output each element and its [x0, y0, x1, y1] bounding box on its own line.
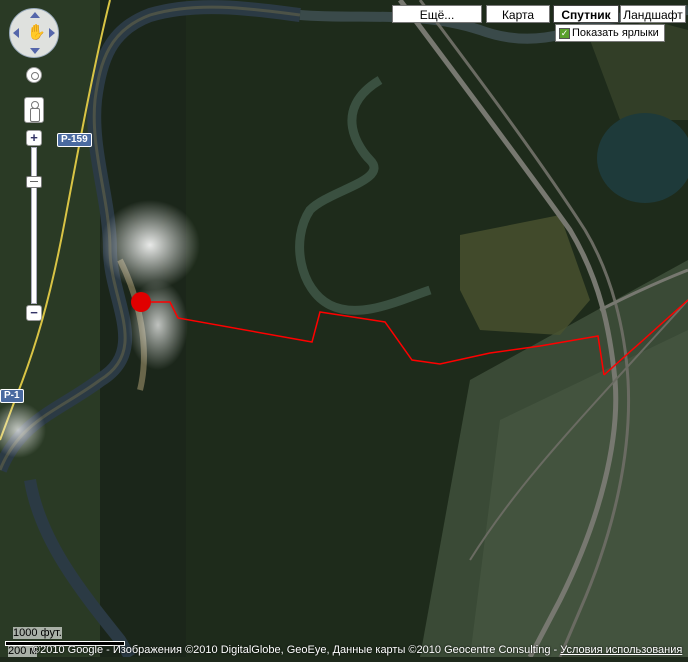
copyright-text: ©2010 Google - Изображения ©2010 Digital…	[32, 644, 561, 656]
zoom-slider-handle[interactable]	[26, 176, 42, 188]
map-type-satellite-button[interactable]: Спутник	[553, 5, 619, 23]
street-view-pegman-icon[interactable]	[24, 97, 44, 123]
zoom-out-button[interactable]: −	[26, 305, 42, 321]
terms-link[interactable]: Условия использования	[560, 644, 682, 656]
road-shield-p1: Р-1	[0, 389, 24, 403]
map-type-map-button[interactable]: Карта	[486, 5, 550, 23]
road-shield-p159: Р-159	[57, 133, 92, 147]
pegman-body	[30, 108, 40, 122]
show-labels-toggle[interactable]: ✓ Показать ярлыки	[555, 24, 665, 42]
checkbox-icon[interactable]: ✓	[559, 27, 570, 39]
pan-control[interactable]: ✋	[9, 8, 59, 58]
reset-view-button[interactable]	[26, 67, 42, 83]
pan-left-icon[interactable]	[13, 28, 19, 38]
copyright-bar: ©2010 Google - Изображения ©2010 Digital…	[0, 644, 688, 657]
satellite-imagery	[0, 0, 688, 661]
more-button[interactable]: Ещё...	[392, 5, 482, 23]
scale-bar: 1000 фут.	[5, 627, 125, 646]
hand-icon: ✋	[27, 24, 46, 41]
show-labels-label: Показать ярлыки	[572, 27, 659, 39]
pan-down-icon[interactable]	[30, 48, 40, 54]
satellite-map[interactable]	[0, 0, 688, 661]
location-marker[interactable]	[131, 292, 151, 312]
zoom-in-button[interactable]: +	[26, 130, 42, 146]
pan-right-icon[interactable]	[49, 28, 55, 38]
pan-up-icon[interactable]	[30, 12, 40, 18]
zoom-slider-track[interactable]	[31, 147, 37, 304]
map-type-terrain-button[interactable]: Ландшафт	[620, 5, 686, 23]
scale-label-feet: 1000 фут.	[13, 627, 62, 639]
